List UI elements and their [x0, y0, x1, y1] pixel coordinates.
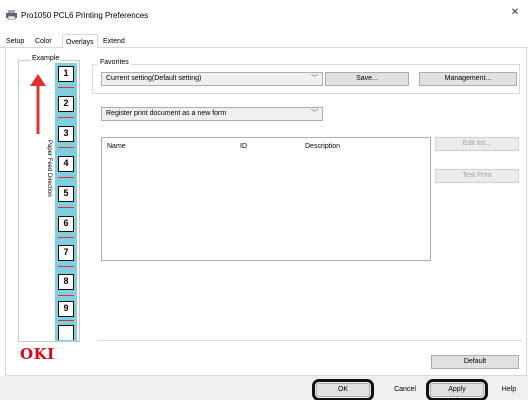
page-4: 4	[58, 156, 74, 172]
management-button[interactable]: Management...	[419, 72, 517, 86]
page-separator	[58, 237, 74, 238]
save-button[interactable]: Save...	[325, 72, 409, 86]
page-separator	[58, 117, 74, 118]
page-3: 3	[58, 126, 74, 142]
column-header-description[interactable]: Description	[305, 143, 340, 150]
help-button[interactable]: Help	[492, 383, 526, 397]
page-7: 7	[58, 245, 74, 261]
page-1: 1	[58, 66, 74, 82]
column-header-id[interactable]: ID	[240, 143, 247, 150]
favorites-dropdown[interactable]: Current setting(Default setting) ﹀	[101, 72, 323, 86]
register-dropdown-value: Register print document as a new form	[106, 110, 227, 117]
tab-overlays[interactable]: Overlays	[62, 34, 98, 49]
page-separator	[58, 147, 74, 148]
printer-icon	[6, 10, 17, 20]
example-label: Example	[30, 55, 62, 62]
cancel-button[interactable]: Cancel	[380, 383, 430, 397]
tab-extend[interactable]: Extend	[100, 36, 128, 48]
page-2: 2	[58, 96, 74, 112]
title-bar: Pro1050 PCL6 Printing Preferences ✕	[0, 0, 528, 32]
page-partial	[58, 325, 74, 340]
oki-logo: OKI	[20, 345, 55, 363]
feed-direction-arrow-icon	[30, 74, 46, 134]
page-5: 5	[58, 186, 74, 202]
page-separator	[58, 320, 74, 321]
page-separator	[58, 207, 74, 208]
page-6: 6	[58, 216, 74, 232]
paper-feed-direction-label: Paper Feed Direction	[46, 140, 52, 197]
ok-button[interactable]: OK	[312, 379, 374, 400]
chevron-down-icon: ﹀	[311, 75, 318, 82]
page-9: 9	[58, 301, 74, 317]
close-button[interactable]: ✕	[505, 4, 525, 22]
chevron-down-icon: ﹀	[311, 110, 318, 117]
tab-color[interactable]: Color	[32, 36, 55, 48]
page-separator	[58, 177, 74, 178]
apply-button[interactable]: Apply	[426, 379, 488, 400]
page-8: 8	[58, 274, 74, 290]
page-separator	[58, 295, 74, 296]
default-button[interactable]: Default	[431, 355, 519, 369]
register-dropdown[interactable]: Register print document as a new form ﹀	[101, 107, 323, 121]
favorites-label: Favorites	[98, 59, 131, 66]
divider	[97, 340, 522, 341]
window-title: Pro1050 PCL6 Printing Preferences	[21, 11, 149, 20]
page-separator	[58, 87, 74, 88]
page-separator	[58, 266, 74, 267]
favorites-dropdown-value: Current setting(Default setting)	[106, 75, 202, 82]
test-print-button[interactable]: Test Print	[435, 169, 519, 183]
form-list[interactable]	[101, 137, 431, 261]
tab-strip: Setup Color Overlays Extend	[0, 34, 528, 49]
tab-setup[interactable]: Setup	[3, 36, 27, 48]
edit-list-button[interactable]: Edit list...	[435, 137, 519, 151]
column-header-name[interactable]: Name	[107, 143, 126, 150]
